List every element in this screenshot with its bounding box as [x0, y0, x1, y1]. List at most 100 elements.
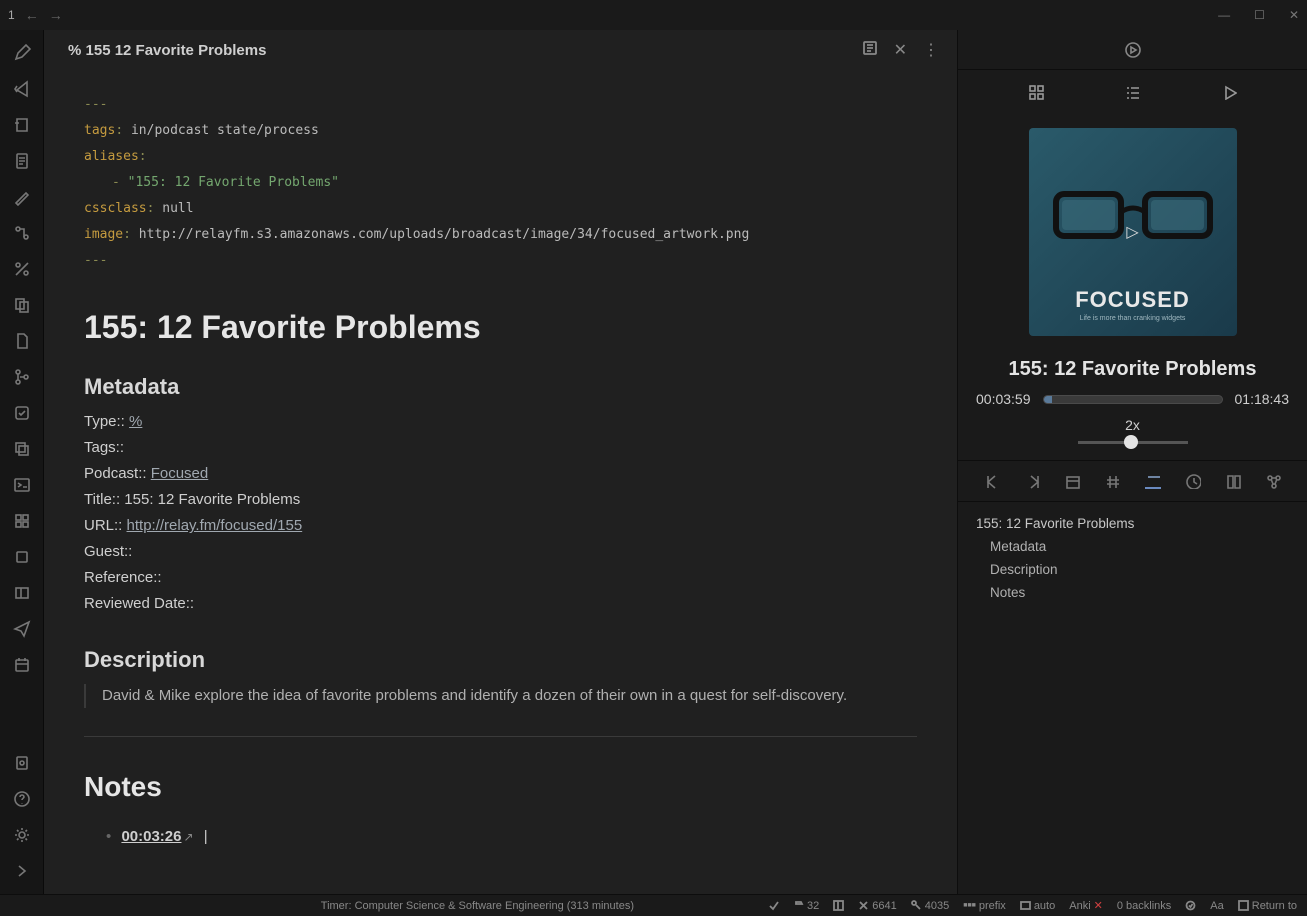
vscode-icon[interactable]	[13, 80, 31, 98]
page-icon[interactable]	[13, 332, 31, 350]
document-icon[interactable]	[13, 152, 31, 170]
history-count: 1	[8, 8, 15, 22]
rp-header	[958, 30, 1307, 70]
panel-icon[interactable]	[13, 584, 31, 602]
window-maximize-icon[interactable]: ☐	[1254, 8, 1265, 22]
terminal-icon[interactable]	[13, 476, 31, 494]
url-link[interactable]: http://relay.fm/focused/155	[127, 517, 303, 534]
status-panel-icon[interactable]	[833, 900, 844, 911]
status-sync-icon[interactable]	[1185, 900, 1196, 911]
progress-bar[interactable]	[1043, 395, 1223, 404]
titlebar: 1 ← → — ☐ ✕	[0, 0, 1307, 30]
play-circle-icon[interactable]	[1124, 41, 1142, 59]
player-title: 155: 12 Favorite Problems	[958, 346, 1307, 391]
meta-url: URL:: http://relay.fm/focused/155	[84, 514, 917, 538]
meta-type: Type:: %	[84, 410, 917, 434]
meta-reviewed: Reviewed Date::	[84, 592, 917, 616]
help-icon[interactable]	[13, 790, 31, 808]
nav-back-icon[interactable]: ←	[25, 7, 39, 23]
tab-menu-icon[interactable]: ⋮	[923, 40, 939, 60]
timestamp-link[interactable]: 00:03:26	[121, 828, 181, 845]
status-auto[interactable]: auto	[1020, 900, 1055, 912]
window-minimize-icon[interactable]: —	[1218, 8, 1230, 22]
skip-back-icon[interactable]	[984, 473, 1000, 489]
meta-title: Title:: 155: 12 Favorite Problems	[84, 488, 917, 512]
bullet-icon: •	[106, 828, 111, 845]
speed-label: 2x	[958, 417, 1307, 433]
open-file-icon[interactable]	[13, 116, 31, 134]
status-bar: Timer: Computer Science & Software Engin…	[0, 894, 1307, 916]
tab-header: % 155 12 Favorite Problems ✕ ⋮	[44, 30, 957, 70]
skip-forward-icon[interactable]	[1024, 473, 1040, 489]
send-icon[interactable]	[13, 620, 31, 638]
podcast-link[interactable]: Focused	[151, 465, 209, 482]
podcast-brand: FOCUSED	[1075, 287, 1190, 313]
doc-h1: 155: 12 Favorite Problems	[84, 302, 917, 353]
meta-tags: Tags::	[84, 436, 917, 460]
branch-icon[interactable]	[13, 368, 31, 386]
total-time: 01:18:43	[1235, 391, 1290, 407]
status-files[interactable]: 32	[793, 900, 819, 912]
outline-icon[interactable]	[1145, 473, 1161, 489]
status-timer[interactable]: Timer: Computer Science & Software Engin…	[10, 900, 754, 912]
description-heading: Description	[84, 642, 917, 677]
pencil-icon[interactable]	[13, 188, 31, 206]
divider	[84, 736, 917, 737]
podcast-tagline: Life is more than cranking widgets	[1080, 315, 1186, 322]
reading-mode-icon[interactable]	[862, 40, 878, 56]
vault-icon[interactable]	[13, 754, 31, 772]
date-icon[interactable]	[1064, 473, 1080, 489]
percent-icon[interactable]	[13, 260, 31, 278]
meta-reference: Reference::	[84, 566, 917, 590]
book-icon[interactable]	[1225, 473, 1241, 489]
nav-forward-icon[interactable]: →	[49, 7, 63, 23]
copy-icon[interactable]	[13, 296, 31, 314]
settings-icon[interactable]	[13, 826, 31, 844]
speed-slider[interactable]	[958, 441, 1307, 444]
frontmatter: --- tags: in/podcast state/process alias…	[84, 92, 917, 274]
grid-view-icon[interactable]	[1028, 84, 1044, 100]
outline-metadata[interactable]: Metadata	[976, 539, 1289, 554]
grid-icon[interactable]	[13, 512, 31, 530]
cursor-caret: |	[204, 828, 208, 845]
left-ribbon	[0, 30, 44, 894]
play-triangle-icon[interactable]	[1221, 84, 1237, 100]
cover-play-icon[interactable]: ▷	[1126, 222, 1138, 242]
outline-h1[interactable]: 155: 12 Favorite Problems	[976, 516, 1289, 531]
type-link[interactable]: %	[129, 413, 142, 430]
status-chars[interactable]: 4035	[911, 900, 949, 912]
calendar-icon[interactable]	[13, 656, 31, 674]
pen-icon[interactable]	[13, 44, 31, 62]
status-return[interactable]: Return to	[1238, 900, 1297, 912]
square-icon[interactable]	[13, 548, 31, 566]
window-close-icon[interactable]: ✕	[1289, 8, 1299, 22]
hash-icon[interactable]	[1104, 473, 1120, 489]
status-anki[interactable]: Anki ✕	[1069, 899, 1103, 912]
description-text: David & Mike explore the idea of favorit…	[84, 684, 917, 708]
right-sidebar: ▷ FOCUSED Life is more than cranking wid…	[957, 30, 1307, 894]
close-tab-icon[interactable]: ✕	[894, 40, 907, 60]
list-view-icon[interactable]	[1124, 84, 1140, 100]
status-prefix[interactable]: ■■■ prefix	[963, 900, 1006, 912]
notes-heading: Notes	[84, 765, 917, 810]
page-title: % 155 12 Favorite Problems	[68, 42, 266, 59]
podcast-cover[interactable]: ▷ FOCUSED Life is more than cranking wid…	[1029, 128, 1237, 336]
notes-list: • 00:03:26↗ |	[84, 825, 917, 849]
metadata-heading: Metadata	[84, 369, 917, 404]
graph-icon[interactable]	[1265, 473, 1281, 489]
clock-icon[interactable]	[1185, 473, 1201, 489]
check-square-icon[interactable]	[13, 404, 31, 422]
status-check-icon[interactable]	[768, 900, 779, 911]
status-words[interactable]: 6641	[858, 900, 896, 912]
meta-guest: Guest::	[84, 540, 917, 564]
collapse-icon[interactable]	[13, 862, 31, 880]
stack-icon[interactable]	[13, 440, 31, 458]
external-link-icon: ↗	[183, 828, 193, 847]
status-backlinks[interactable]: 0 backlinks	[1117, 900, 1171, 912]
outline-panel: 155: 12 Favorite Problems Metadata Descr…	[958, 502, 1307, 622]
workflow-icon[interactable]	[13, 224, 31, 242]
editor-body[interactable]: --- tags: in/podcast state/process alias…	[44, 70, 957, 894]
status-aa[interactable]: Aa	[1210, 900, 1223, 912]
outline-notes[interactable]: Notes	[976, 585, 1289, 600]
outline-description[interactable]: Description	[976, 562, 1289, 577]
